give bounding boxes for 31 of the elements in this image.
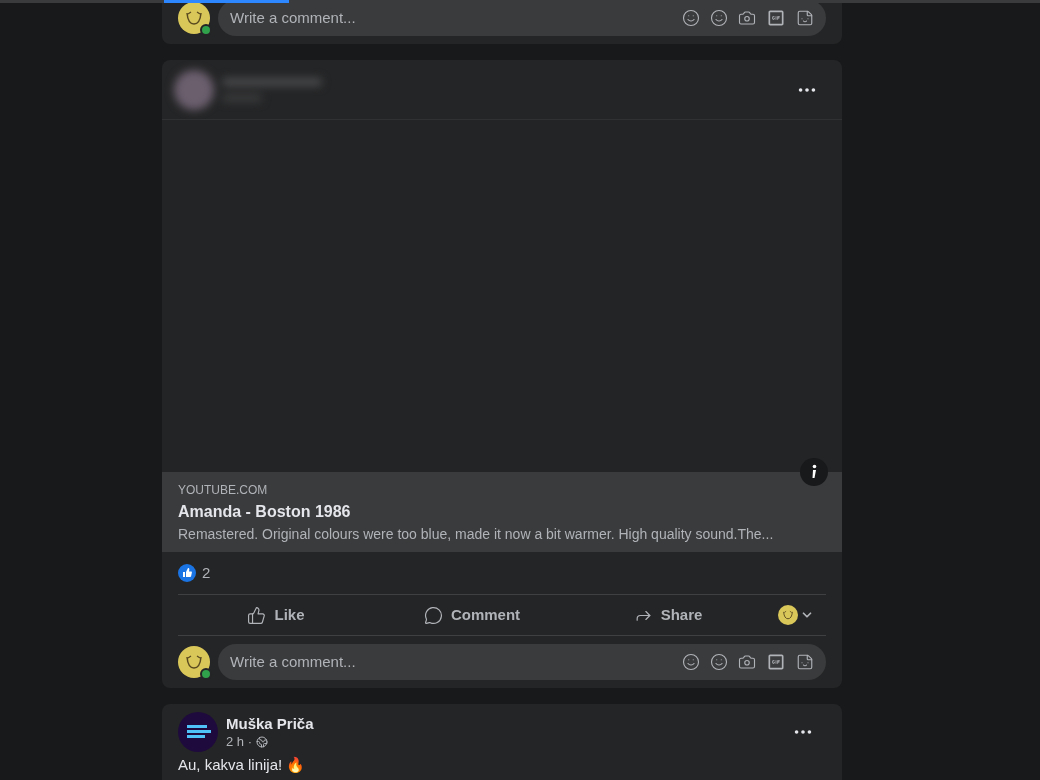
like-button[interactable]: Like xyxy=(178,599,374,631)
page-avatar[interactable] xyxy=(178,712,218,752)
gif-icon[interactable] xyxy=(766,8,786,28)
reaction-count[interactable]: 2 xyxy=(202,561,211,585)
post-text: Au, kakva linija! 🔥 xyxy=(178,756,307,774)
emoji-icon[interactable] xyxy=(710,653,728,671)
link-domain: YOUTUBE.COM xyxy=(178,482,269,498)
comment-button[interactable]: Comment xyxy=(374,599,570,631)
comment-field[interactable]: Write a comment... xyxy=(230,650,682,674)
camera-icon[interactable] xyxy=(738,653,756,671)
comment-field[interactable]: Write a comment... xyxy=(230,6,682,30)
speech-bubble-icon xyxy=(423,605,443,625)
comment-box[interactable]: Write a comment... xyxy=(218,644,826,680)
thumbs-up-icon xyxy=(247,605,267,625)
gif-icon[interactable] xyxy=(766,652,786,672)
emoji-icon[interactable] xyxy=(710,9,728,27)
globe-icon xyxy=(256,736,268,748)
share-button[interactable]: Share xyxy=(570,599,766,631)
link-preview[interactable]: YOUTUBE.COM Amanda - Boston 1986 Remastered. Original colours were too blue, made it now a bit warmer. High quality sound.The... xyxy=(162,472,842,552)
info-icon[interactable] xyxy=(800,458,828,486)
post-time[interactable]: 2 h · xyxy=(226,734,252,750)
link-description: Remastered. Original colours were too blue, made it now a bit warmer. High quality sound.The... xyxy=(178,525,775,544)
avatar xyxy=(178,646,210,678)
author-name[interactable]: Muška Priča xyxy=(226,714,314,734)
link-title: Amanda - Boston 1986 xyxy=(178,502,352,522)
avatar xyxy=(178,2,210,34)
avatar xyxy=(778,605,798,625)
sticker-icon[interactable] xyxy=(796,9,814,27)
like-reaction-icon xyxy=(178,564,196,582)
sticker-icon[interactable] xyxy=(796,653,814,671)
camera-icon[interactable] xyxy=(738,9,756,27)
